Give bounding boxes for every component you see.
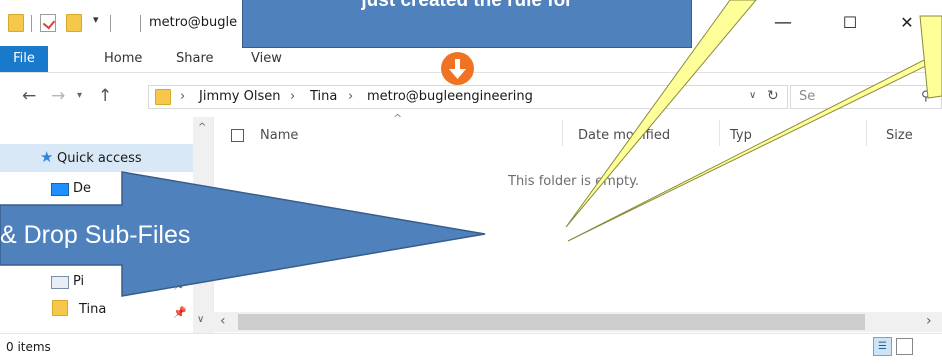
arrow-label: & Drop Sub-Files	[0, 221, 191, 249]
speech-bubble	[919, 15, 942, 99]
callout-text: just created the rule for	[361, 0, 573, 11]
down-arrow-icon	[441, 52, 474, 85]
